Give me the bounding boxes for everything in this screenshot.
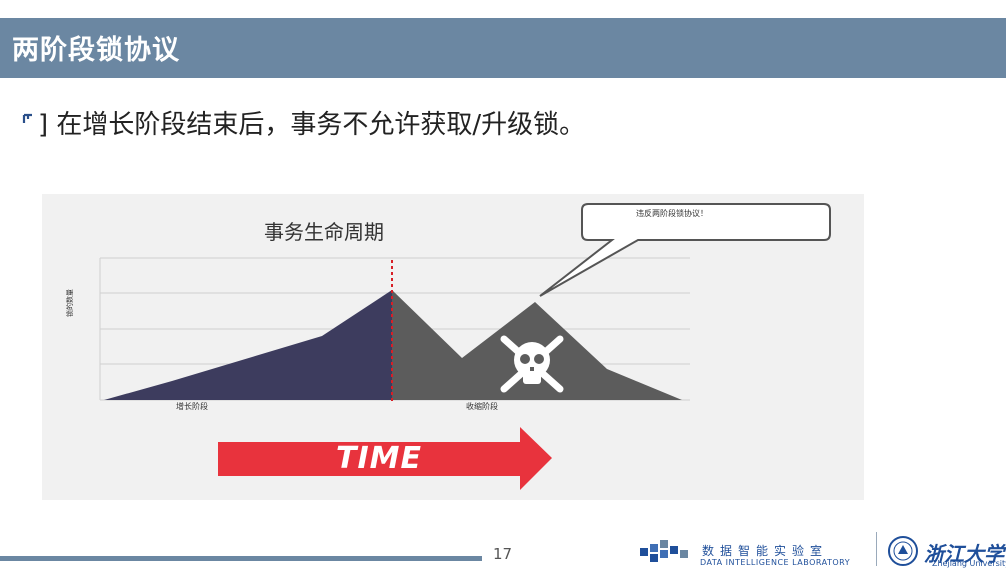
time-label: TIME [336, 441, 422, 476]
growing-phase-area [104, 290, 392, 400]
university-name-en: Zhejiang University [932, 559, 1006, 568]
slide-title-bar: 两阶段锁协议 [0, 18, 1006, 78]
lifecycle-diagram [99, 203, 831, 490]
slide-title: 两阶段锁协议 [12, 35, 180, 66]
callout-text: 违反两阶段锁协议！ [636, 209, 708, 218]
bullet-item: ] 在增长阶段结束后，事务不允许获取/升级锁。 [22, 104, 585, 140]
footer-line [0, 556, 482, 561]
y-axis-label: 锁的数量 [66, 289, 74, 317]
bracket-bullet-icon [22, 113, 32, 123]
chart-title: 事务生命周期 [264, 220, 384, 244]
shrinking-phase-label: 收缩阶段 [466, 402, 498, 411]
lab-logo-icon [640, 540, 688, 562]
transaction-lifecycle-figure: 事务生命周期 锁的数量 增长阶段 收缩阶段 违反两阶段锁协议！ TIME [42, 194, 864, 500]
page-number: 17 [493, 545, 513, 563]
growing-phase-label: 增长阶段 [176, 402, 208, 411]
lab-name-cn: 数据智能实验室 [702, 544, 829, 558]
bullet-text: ] 在增长阶段结束后，事务不允许获取/升级锁。 [38, 109, 586, 140]
university-seal-icon [888, 536, 918, 566]
footer-divider [876, 532, 877, 566]
